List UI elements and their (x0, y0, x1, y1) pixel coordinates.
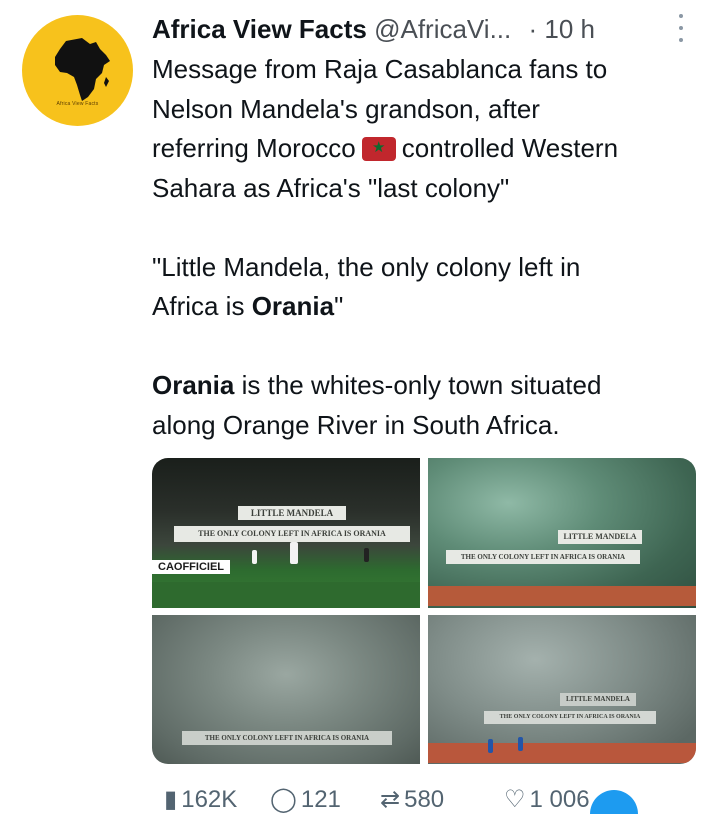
heart-icon: ♡ (504, 786, 526, 813)
africa-map-icon (55, 38, 110, 101)
tweet-text: Message from Raja Casablanca fans to Nel… (152, 50, 712, 445)
retweet-button[interactable]: ⇄ 580 (380, 788, 444, 812)
text-line: Message from Raja Casablanca fans to (152, 54, 608, 84)
views-icon: ▮ (164, 786, 178, 813)
reply-count: 121 (300, 786, 341, 813)
media-image-4[interactable]: LITTLE MANDELA THE ONLY COLONY LEFT IN A… (428, 615, 696, 764)
views-button[interactable]: ▮ 162K (164, 788, 237, 812)
avatar-caption: Africa View Facts (56, 101, 99, 107)
more-options-icon[interactable] (672, 14, 690, 42)
bold-word: Orania (152, 370, 235, 400)
media-grid: LITTLE MANDELA THE ONLY COLONY LEFT IN A… (152, 458, 696, 764)
text-line: referring Morocco controlled Western (152, 129, 712, 169)
tweet-header: Africa View Facts @AfricaVi... · 10 h (152, 12, 712, 46)
media-image-3[interactable]: THE ONLY COLONY LEFT IN AFRICA IS ORANIA (152, 615, 420, 764)
player-figure (488, 739, 493, 753)
text-line: Orania is the whites-only town situated (152, 366, 712, 406)
text-line: "Little Mandela, the only colony left in (152, 251, 581, 282)
user-handle[interactable]: @AfricaVi... (374, 14, 511, 44)
morocco-flag-icon (361, 137, 396, 161)
player-figure (290, 542, 298, 564)
text-fragment: Africa is (152, 291, 252, 321)
banner-only-colony: THE ONLY COLONY LEFT IN AFRICA IS ORANIA (484, 711, 656, 724)
media-image-2[interactable]: LITTLE MANDELA THE ONLY COLONY LEFT IN A… (428, 458, 696, 608)
media-image-1[interactable]: LITTLE MANDELA THE ONLY COLONY LEFT IN A… (152, 458, 420, 608)
text-fragment: referring Morocco (152, 133, 356, 163)
player-figure (364, 548, 369, 562)
banner-little-mandela: LITTLE MANDELA (560, 693, 636, 706)
timestamp[interactable]: 10 h (544, 14, 595, 44)
text-line: along Orange River in South Africa. (152, 409, 560, 440)
pitch (152, 582, 420, 608)
views-count: 162K (181, 786, 238, 813)
player-figure (518, 737, 523, 751)
text-fragment: controlled Western (401, 133, 619, 163)
banner-only-colony: THE ONLY COLONY LEFT IN AFRICA IS ORANIA (446, 550, 640, 564)
text-line: Nelson Mandela's grandson, after (152, 93, 540, 124)
bold-word: Orania (251, 291, 335, 321)
retweet-count: 580 (404, 786, 445, 813)
text-line: Africa is Orania" (152, 287, 712, 327)
text-fragment: is the whites-only town situated (234, 370, 602, 400)
reply-button[interactable]: ◯ 121 (270, 788, 341, 812)
watermark-label: CAOFFICIEL (152, 560, 230, 574)
running-track (428, 586, 696, 606)
text-fragment: " (334, 291, 344, 321)
separator-dot: · (528, 14, 538, 44)
text-line: Sahara as Africa's "last colony" (152, 172, 510, 203)
banner-little-mandela: LITTLE MANDELA (238, 506, 346, 520)
like-count: 1 006 (529, 786, 590, 813)
running-track (428, 743, 696, 763)
banner-little-mandela: LITTLE MANDELA (558, 530, 642, 544)
retweet-icon: ⇄ (380, 786, 401, 813)
display-name[interactable]: Africa View Facts (152, 14, 367, 44)
player-figure (252, 550, 257, 564)
banner-only-colony: THE ONLY COLONY LEFT IN AFRICA IS ORANIA (182, 731, 392, 745)
reply-icon: ◯ (270, 786, 297, 813)
banner-only-colony: THE ONLY COLONY LEFT IN AFRICA IS ORANIA (174, 526, 410, 542)
like-button[interactable]: ♡ 1 006 (504, 788, 590, 812)
avatar[interactable]: Africa View Facts (22, 15, 133, 126)
